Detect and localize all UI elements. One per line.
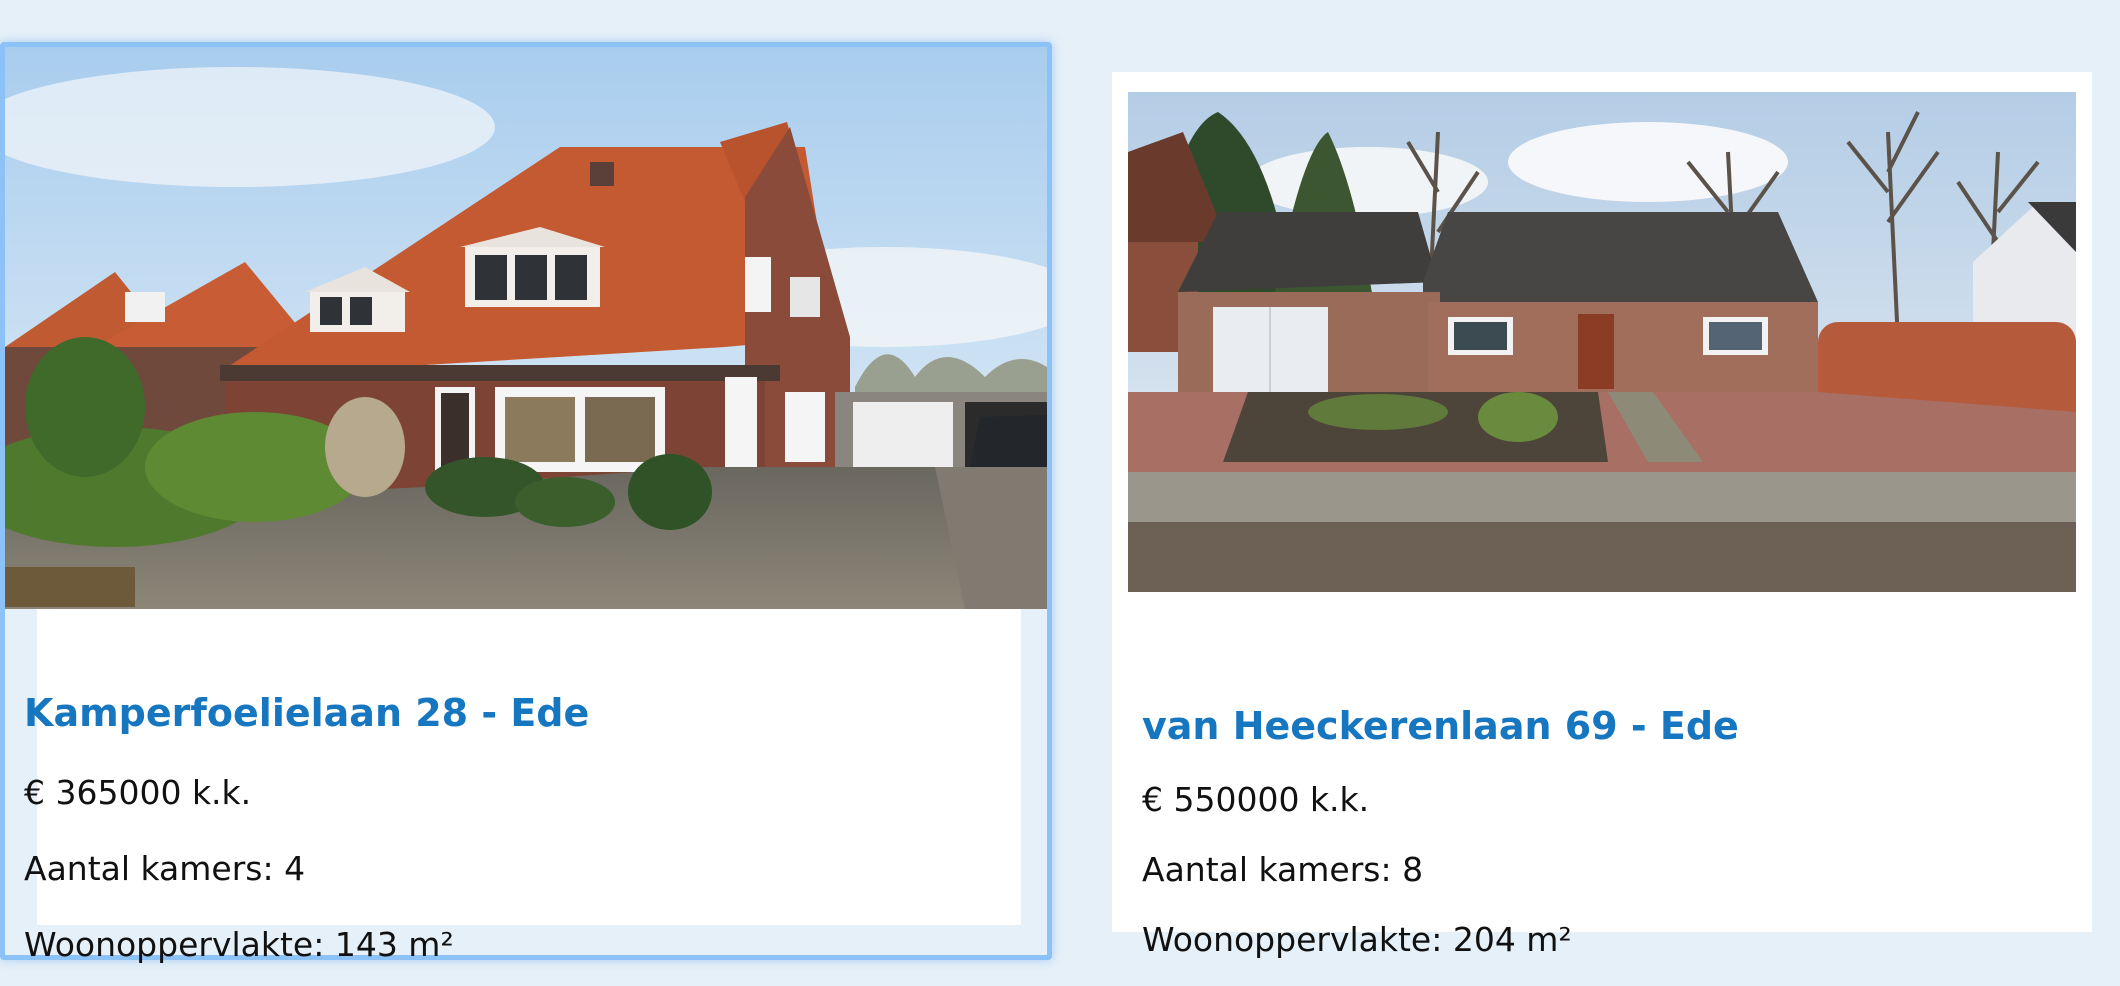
listing-area-2: Woonoppervlakte: 204 m²: [1142, 920, 1572, 959]
listing-info-1: Kamperfoelielaan 28 - Ede € 365000 k.k. …: [24, 609, 1021, 964]
listing-card-kamperfoelielaan[interactable]: Kamperfoelielaan 28 - Ede € 365000 k.k. …: [0, 42, 1052, 964]
listing-photo-1[interactable]: [5, 47, 1047, 609]
listings-page: Kamperfoelielaan 28 - Ede € 365000 k.k. …: [0, 0, 2120, 986]
house-photo-2-svg: [1128, 92, 2076, 592]
listing-price-1: € 365000 k.k.: [24, 773, 252, 812]
listing-title-2[interactable]: van Heeckerenlaan 69 - Ede: [1142, 704, 1739, 748]
listing-rooms-1: Aantal kamers: 4: [24, 849, 306, 888]
listing-area-1: Woonoppervlakte: 143 m²: [24, 925, 454, 964]
listing-rooms-2: Aantal kamers: 8: [1142, 850, 1424, 889]
listing-photo-2[interactable]: [1128, 92, 2076, 592]
listing-info-2: van Heeckerenlaan 69 - Ede € 550000 k.k.…: [1112, 592, 2092, 959]
listing-price-2: € 550000 k.k.: [1142, 780, 1370, 819]
listing-card-van-heeckerenlaan[interactable]: van Heeckerenlaan 69 - Ede € 550000 k.k.…: [1112, 72, 2092, 959]
house-photo-1-svg: [5, 47, 1047, 609]
listing-title-1[interactable]: Kamperfoelielaan 28 - Ede: [24, 691, 589, 735]
